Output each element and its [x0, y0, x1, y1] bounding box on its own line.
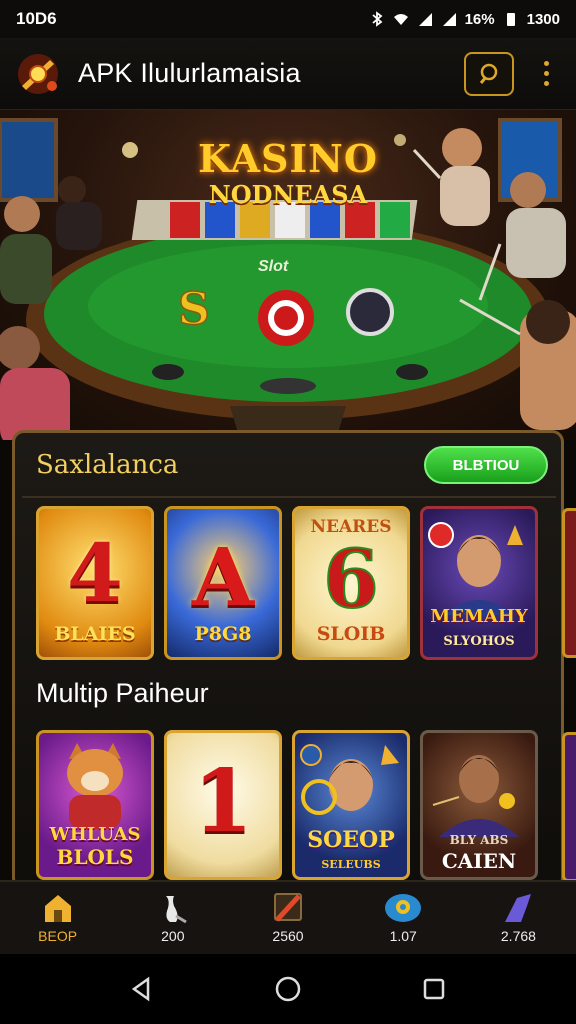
nav-item-bowling[interactable]: 200 [115, 882, 230, 954]
bottom-navigation: BEOP 200 2560 1.07 2.768 [0, 880, 576, 954]
nav-label-2: 200 [161, 928, 185, 944]
battery-icon [506, 13, 515, 26]
search-button[interactable] [464, 51, 514, 96]
svg-text:S: S [178, 284, 210, 335]
app-bar: APK Ilulurlamaisia [0, 38, 576, 110]
bluetooth-icon [372, 11, 383, 27]
table-slot-label: Slot [258, 258, 289, 275]
home-icon [44, 895, 71, 922]
game-tile-4-sublabel: SLYOHOS [443, 634, 515, 649]
multi-tile-2[interactable]: 1 [164, 730, 282, 880]
home-circle-icon[interactable] [273, 974, 303, 1004]
featured-action-button[interactable]: BLBTIOU [424, 446, 548, 484]
search-icon [479, 63, 498, 84]
game-tile-1-number: 4 [67, 526, 123, 620]
back-icon[interactable] [128, 975, 156, 1003]
multi-tile-1-sublabel: BLOLS [56, 845, 134, 869]
chip-icon [385, 894, 422, 922]
system-navigation-bar [0, 954, 576, 1024]
multi-tile-1-label: WHLUAS [49, 824, 141, 845]
section-divider [22, 496, 556, 498]
status-bar: 10D6 16% 1300 [0, 0, 576, 38]
game-tile-4-label: MEMAHY [430, 606, 528, 627]
featured-section-title: Saxlalanca [36, 450, 179, 480]
recents-icon[interactable] [420, 975, 448, 1003]
game-tile-4[interactable]: MEMAHY SLYOHOS [420, 506, 538, 660]
multi-tile-1-mascot [67, 743, 123, 829]
nav-item-arrow[interactable]: 2.768 [461, 882, 576, 954]
multi-tile-3-sublabel: SELEUBS [321, 858, 381, 871]
multi-tile-3-label: SOEOP [307, 827, 395, 853]
nav-label-3: 2560 [272, 928, 304, 944]
game-tile-2-letter: A [191, 530, 255, 624]
arrow-icon [505, 894, 532, 922]
game-tile-2[interactable]: A P8G8 [164, 506, 282, 660]
wifi-icon [393, 14, 408, 25]
nav-item-chip[interactable]: 1.07 [346, 882, 461, 954]
nav-item-stick[interactable]: 2560 [230, 882, 345, 954]
multi-tile-2-number: 1 [193, 751, 253, 852]
game-tile-1-label: BLAIES [54, 623, 136, 645]
multi-tile-partial[interactable] [562, 732, 576, 882]
game-tile-partial-1[interactable] [562, 508, 576, 658]
status-icons: 16% 1300 [369, 11, 560, 28]
multi-tile-3-portrait [300, 744, 399, 815]
game-tile-3[interactable]: NEARES 6 SLOIB [292, 506, 410, 660]
hero-banner[interactable]: S KASINO NODNEASA Slot [0, 110, 576, 440]
nav-label-5: 2.768 [500, 928, 536, 944]
stick-icon [274, 893, 302, 922]
app-logo-icon[interactable] [14, 50, 62, 98]
nav-item-home[interactable]: BEOP [0, 882, 115, 954]
game-tile-4-portrait [428, 522, 523, 615]
nav-label-4: 1.07 [389, 928, 417, 944]
game-tile-3-label: SLOIB [316, 623, 386, 645]
multi-tile-4-portrait [432, 755, 519, 837]
battery-percent: 16% [464, 10, 495, 28]
game-tile-2-label: P8G8 [194, 623, 252, 645]
bowling-icon [165, 896, 187, 924]
game-tile-3-number: 6 [322, 532, 380, 626]
status-clock: 1300 [526, 10, 560, 28]
multi-tile-4-label: CAIEN [441, 849, 517, 873]
signal-icon-2 [442, 13, 456, 26]
multiplayer-section-title: Multip Paiheur [36, 678, 209, 708]
multi-tile-1[interactable]: WHLUAS BLOLS [36, 730, 154, 880]
app-title: APK Ilulurlamaisia [78, 58, 301, 88]
game-tile-1[interactable]: 4 BLAIES [36, 506, 154, 660]
hero-title-line2: NODNEASA [208, 180, 368, 209]
signal-icon [418, 13, 432, 26]
status-time: 10D6 [16, 9, 57, 28]
nav-label-home: BEOP [38, 928, 78, 944]
multi-tile-4-sublabel: BLY ABS [449, 833, 509, 847]
multi-tile-3[interactable]: SOEOP SELEUBS [292, 730, 410, 880]
multi-tile-4[interactable]: BLY ABS CAIEN [420, 730, 538, 880]
hero-title-line1: KASINO [197, 136, 379, 181]
more-menu-button[interactable] [536, 54, 556, 94]
